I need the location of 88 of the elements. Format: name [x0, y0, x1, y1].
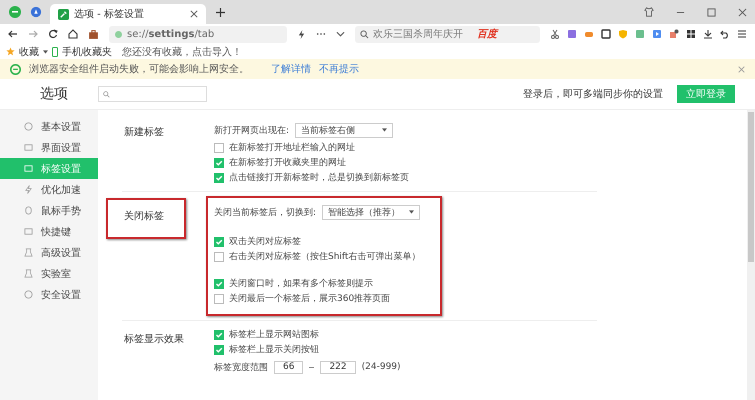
checkbox[interactable] — [214, 294, 224, 304]
search-engine-label[interactable]: 百度 — [477, 27, 497, 41]
bookmark-hint[interactable]: 您还没有收藏，点击导入！ — [122, 44, 242, 58]
checkbox-label[interactable]: 关闭窗口时，如果有多个标签则提示 — [229, 277, 373, 290]
warning-text: 浏览器安全组件启动失败，可能会影响上网安全。 — [29, 62, 249, 76]
grid-icon[interactable] — [686, 29, 696, 39]
checkbox-label[interactable]: 标签栏上显示网站图标 — [229, 328, 319, 341]
checkbox-label[interactable]: 标签栏上显示关闭按钮 — [229, 343, 319, 356]
sidebar-item-icon — [24, 269, 33, 278]
scrollbar-thumb[interactable] — [748, 112, 754, 262]
checkbox-label[interactable]: 右击关闭对应标签（按住Shift右击可弹出菜单） — [229, 250, 420, 263]
section-title: 标签显示效果 — [123, 332, 185, 347]
download-icon[interactable] — [703, 29, 713, 39]
square-icon[interactable] — [601, 29, 611, 39]
checkbox-label[interactable]: 双击关闭对应标签 — [229, 235, 301, 248]
sidebar-item[interactable]: 鼠标手势 — [0, 200, 98, 221]
star-icon[interactable] — [6, 47, 15, 56]
dropdown[interactable]: 当前标签右侧 — [295, 122, 394, 138]
search-icon — [360, 30, 369, 38]
sidebar-item[interactable]: 优化加速 — [0, 179, 98, 200]
bookmark-item[interactable]: 手机收藏夹 — [62, 44, 112, 58]
bookmark-item[interactable]: 收藏 — [19, 44, 39, 58]
sidebar-item-icon — [24, 227, 33, 236]
close-icon[interactable] — [190, 10, 198, 18]
more-icon[interactable] — [316, 32, 326, 36]
sidebar-item[interactable]: 界面设置 — [0, 137, 98, 158]
checkbox-label[interactable]: 在新标签打开收藏夹里的网址 — [229, 156, 346, 169]
chevron-down-icon[interactable] — [336, 31, 345, 37]
section-title: 关闭标签 — [106, 198, 186, 239]
sidebar-item-icon — [24, 143, 33, 152]
banner-link[interactable]: 不再提示 — [319, 62, 359, 76]
checkbox[interactable] — [214, 172, 224, 182]
caret-icon[interactable] — [43, 50, 48, 54]
sidebar-item-icon — [24, 164, 33, 173]
section-title: 新建标签 — [123, 126, 165, 140]
sidebar-item-icon — [24, 206, 33, 215]
checkbox[interactable] — [214, 236, 224, 246]
sidebar-item-icon — [24, 290, 33, 299]
sidebar-item[interactable]: 高级设置 — [0, 242, 98, 263]
undo-icon[interactable] — [720, 29, 730, 39]
plus-icon[interactable] — [216, 8, 225, 16]
number-field[interactable]: 222 — [320, 360, 356, 374]
caret-icon — [409, 210, 414, 214]
sidebar-item-icon — [24, 122, 33, 131]
lightning-icon[interactable] — [297, 30, 306, 38]
address-field[interactable]: se://settings/tab — [109, 26, 287, 42]
shirt-icon[interactable] — [644, 7, 654, 17]
setting-label: 标签宽度范围 — [214, 362, 268, 374]
checkbox-label[interactable]: 在新标签打开地址栏输入的网址 — [229, 141, 355, 154]
range-note: (24-999) — [362, 362, 401, 372]
close-icon[interactable] — [738, 8, 747, 16]
browser-tab[interactable]: 选项 - 标签设置 — [50, 4, 206, 24]
sidebar-item[interactable]: 快捷键 — [0, 221, 98, 242]
checkbox[interactable] — [214, 142, 224, 152]
secure-dot-icon — [115, 30, 122, 38]
search-icon — [103, 90, 110, 98]
phone-icon — [52, 46, 58, 56]
reload-icon[interactable] — [48, 29, 58, 39]
sidebar-item[interactable]: 实验室 — [0, 263, 98, 284]
settings-search-field[interactable] — [98, 86, 207, 102]
briefcase-icon[interactable] — [88, 28, 99, 40]
tab-title: 选项 - 标签设置 — [74, 8, 145, 21]
setting-label: 关闭当前标签后，切换到: — [214, 206, 316, 218]
forward-icon[interactable] — [28, 29, 38, 39]
back-icon[interactable] — [8, 29, 18, 39]
home-icon[interactable] — [68, 29, 78, 39]
sidebar-item[interactable]: 基本设置 — [0, 116, 98, 137]
page-title: 选项 — [40, 85, 69, 103]
menu-icon[interactable] — [737, 29, 747, 39]
checkbox[interactable] — [214, 330, 224, 340]
caret-icon — [382, 128, 388, 132]
banner-link[interactable]: 了解详情 — [271, 62, 311, 76]
checkbox-label[interactable]: 关闭最后一个标签后，展示360推荐页面 — [229, 292, 390, 305]
checkbox[interactable] — [214, 344, 224, 354]
number-field[interactable]: 66 — [274, 360, 304, 374]
sidebar-item-icon — [24, 248, 33, 257]
scissors-icon[interactable] — [550, 29, 560, 39]
play-icon[interactable] — [652, 29, 662, 39]
checkbox-label[interactable]: 点击链接打开新标签时，总是切换到新标签页 — [229, 171, 409, 184]
checkbox[interactable] — [214, 252, 224, 262]
login-hint: 登录后，即可多端同步你的设置 — [523, 88, 663, 101]
dropdown[interactable]: 智能选择（推荐） — [322, 204, 420, 220]
setting-label: 新打开网页出现在: — [214, 124, 290, 136]
sidebar-item-icon — [24, 185, 33, 194]
sidebar-item[interactable]: 安全设置 — [0, 284, 98, 305]
maximize-icon[interactable] — [707, 8, 716, 16]
checkbox[interactable] — [214, 278, 224, 288]
checkbox[interactable] — [214, 158, 224, 168]
